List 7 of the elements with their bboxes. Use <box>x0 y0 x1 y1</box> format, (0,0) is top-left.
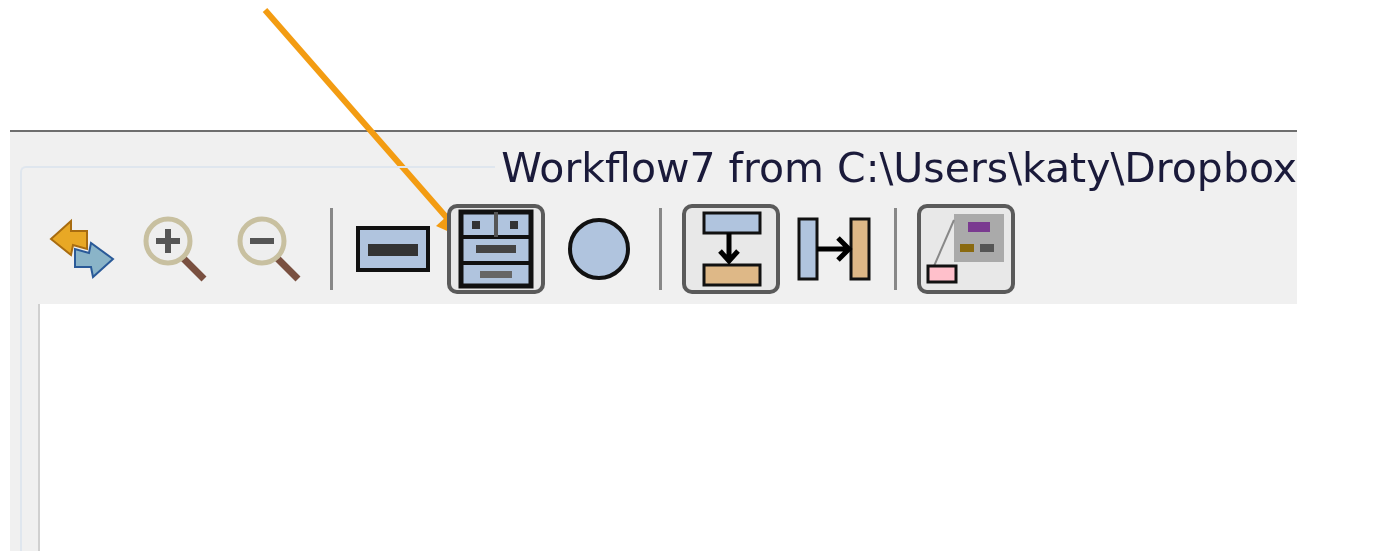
circle-icon <box>566 216 632 282</box>
toolbar-button[interactable] <box>447 204 545 294</box>
horizontal-layout-icon <box>796 216 872 282</box>
toolbar-button[interactable] <box>682 204 780 294</box>
table-icon <box>458 209 534 289</box>
toolbar-button[interactable] <box>917 204 1015 294</box>
text-box-icon <box>356 226 430 272</box>
